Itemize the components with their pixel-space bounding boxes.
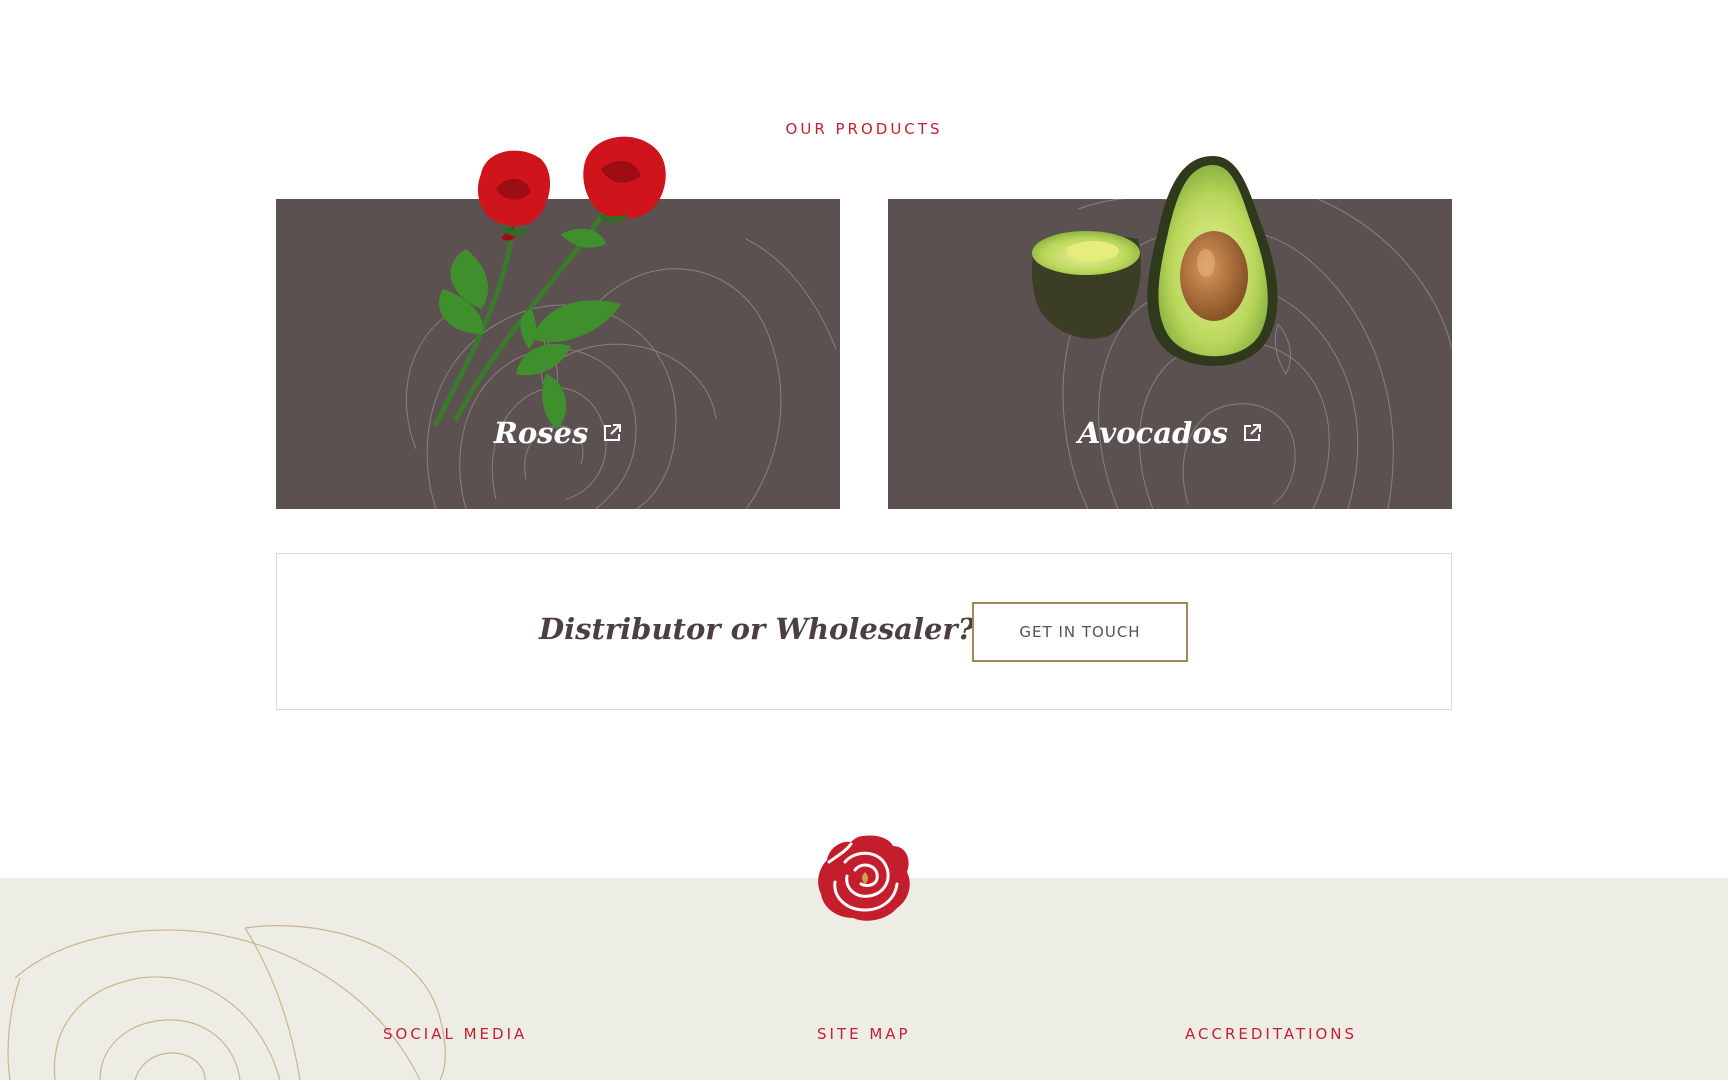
get-in-touch-button[interactable]: GET IN TOUCH	[972, 602, 1188, 662]
section-label-our-products: OUR PRODUCTS	[785, 120, 943, 138]
footer-heading-site-map: SITE MAP	[817, 1025, 911, 1043]
external-link-icon[interactable]	[1242, 423, 1262, 443]
card-title-row: Avocados	[888, 416, 1452, 450]
rose-image	[433, 136, 666, 429]
rose-logo-icon	[818, 835, 910, 921]
external-link-icon[interactable]	[602, 423, 622, 443]
card-title-roses[interactable]: Roses	[494, 416, 589, 450]
footer-heading-accreditations: ACCREDITATIONS	[1185, 1025, 1358, 1043]
footer-rose-pattern-decoration	[7, 925, 446, 1080]
card-title-row: Roses	[276, 416, 840, 450]
distributor-cta-box: Distributor or Wholesaler? GET IN TOUCH	[276, 553, 1452, 710]
card-title-avocados[interactable]: Avocados	[1078, 416, 1228, 450]
avocado-image	[1032, 156, 1278, 366]
cta-heading: Distributor or Wholesaler?	[539, 612, 975, 646]
footer-heading-social-media: SOCIAL MEDIA	[383, 1025, 528, 1043]
product-card-avocados[interactable]: Avocados	[888, 156, 1452, 509]
product-card-roses[interactable]: Roses	[276, 136, 840, 509]
